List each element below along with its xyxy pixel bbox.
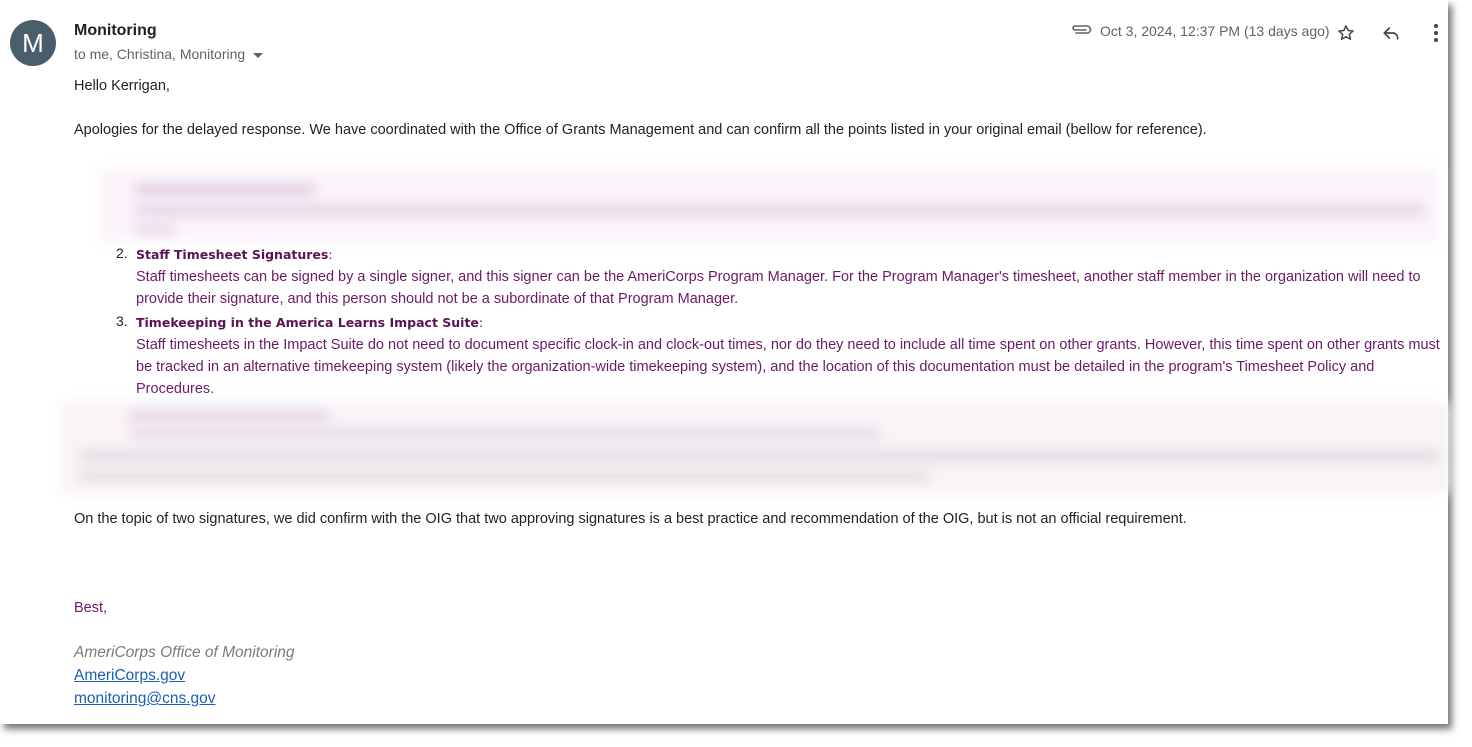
list-item-number: 2. <box>116 245 128 261</box>
sender-name[interactable]: Monitoring <box>74 22 157 40</box>
message-date: Oct 3, 2024, 12:37 PM (13 days ago) <box>1100 22 1330 39</box>
greeting: Hello Kerrigan, <box>74 78 170 94</box>
reply-icon[interactable] <box>1380 22 1402 44</box>
paperclip-icon <box>1070 22 1092 39</box>
signature-office: AmeriCorps Office of Monitoring <box>74 644 295 661</box>
email-message: M Monitoring to me, Christina, Monitorin… <box>0 0 1450 724</box>
recipients-text: to me, Christina, Monitoring <box>74 46 246 62</box>
list-item: 2. Staff Timesheet Signatures: Staff tim… <box>116 244 1441 310</box>
avatar[interactable]: M <box>10 20 56 66</box>
list-item-number: 3. <box>116 313 128 329</box>
star-icon[interactable] <box>1335 22 1357 44</box>
redacted-quote-top <box>100 168 1440 242</box>
message-meta: Oct 3, 2024, 12:37 PM (13 days ago) <box>1070 22 1330 39</box>
chevron-down-icon[interactable] <box>253 52 264 58</box>
more-vert-icon[interactable] <box>1425 22 1447 44</box>
intro-paragraph: Apologies for the delayed response. We h… <box>74 122 1207 138</box>
website-link[interactable]: AmeriCorps.gov <box>74 667 185 685</box>
list-item-text: Staff timesheets in the Impact Suite do … <box>136 337 1440 397</box>
email-link[interactable]: monitoring@cns.gov <box>74 690 216 708</box>
list-item-text: Staff timesheets can be signed by a sing… <box>136 269 1421 307</box>
list-item-title: Timekeeping in the America Learns Impact… <box>136 315 484 330</box>
recipients-line: to me, Christina, Monitoring <box>74 46 264 62</box>
closing: Best, <box>74 600 108 616</box>
list-item-title: Staff Timesheet Signatures: <box>136 247 333 262</box>
redacted-quote-bottom <box>60 402 1450 494</box>
quoted-points-list: 2. Staff Timesheet Signatures: Staff tim… <box>116 244 1441 402</box>
list-item: 3. Timekeeping in the America Learns Imp… <box>116 312 1441 400</box>
oig-note: On the topic of two signatures, we did c… <box>74 511 1187 527</box>
